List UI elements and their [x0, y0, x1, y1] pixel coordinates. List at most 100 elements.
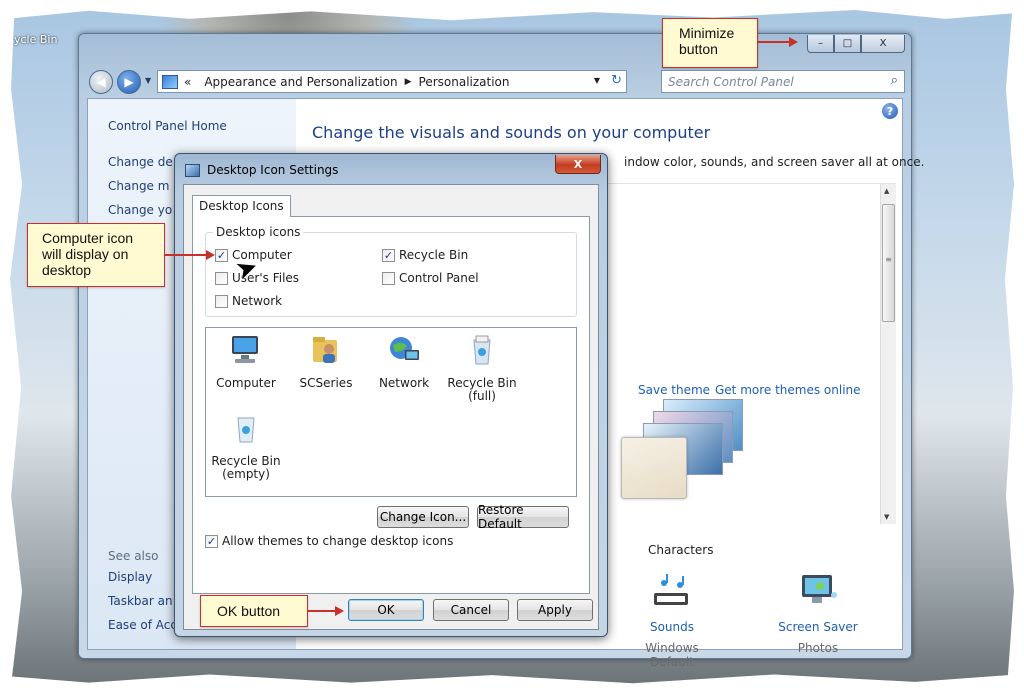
minimize-callout-arrow — [758, 41, 790, 43]
restore-default-button[interactable]: Restore Default — [477, 503, 569, 531]
checkbox-checked-icon[interactable]: ✓ — [215, 248, 228, 262]
ok-button[interactable]: OK — [348, 599, 424, 621]
characters-theme-label[interactable]: Characters — [648, 543, 714, 557]
ok-callout-arrowhead — [335, 606, 344, 616]
minimize-callout-arrowhead — [789, 37, 798, 47]
forward-button[interactable]: ▶ — [117, 70, 141, 94]
window-controls: – □ X — [807, 35, 905, 53]
breadcrumb-personalization[interactable]: Personalization — [419, 75, 510, 89]
computer-icon-label: Computer — [216, 376, 276, 390]
recent-pages-dropdown[interactable]: ▼ — [145, 76, 151, 85]
dialog-body: Desktop Icons Desktop icons ✓ Computer U… — [183, 184, 599, 630]
user-folder-icon-item[interactable]: SCSeries — [286, 334, 366, 390]
scroll-thumb[interactable]: ≡ — [882, 204, 895, 322]
sounds-scheme: Windows Default — [645, 641, 699, 669]
checkbox-checked-icon[interactable]: ✓ — [205, 534, 218, 548]
sounds-icon — [654, 574, 688, 605]
scroll-up-icon[interactable]: ▲ — [884, 187, 889, 195]
control-panel-home-link[interactable]: Control Panel Home — [108, 119, 227, 133]
screen-saver-title[interactable]: Screen Saver — [768, 620, 868, 634]
tab-desktop-icons[interactable]: Desktop Icons — [192, 195, 291, 217]
computer-callout-arrow — [165, 254, 207, 256]
get-more-themes-link[interactable]: Get more themes online — [715, 383, 861, 397]
screen-saver-icon — [802, 575, 837, 603]
search-input[interactable]: Search Control Panel ⌕ — [661, 70, 905, 93]
user-folder-icon — [313, 337, 337, 363]
apply-button[interactable]: Apply — [517, 599, 593, 621]
theme-list-scrollbar[interactable]: ▲ ≡ ▼ — [880, 184, 896, 524]
recycle-bin-empty-icon — [237, 417, 255, 443]
minimize-callout: Minimize button — [662, 18, 758, 68]
recycle-bin-full-icon-item[interactable]: Recycle Bin (full) — [442, 334, 522, 403]
breadcrumb-prefix[interactable]: « — [184, 75, 191, 89]
window-close-button[interactable]: X — [861, 35, 905, 53]
recycle-bin-empty-icon-item[interactable]: Recycle Bin (empty) — [206, 412, 286, 481]
change-icon-button[interactable]: Change Icon... — [377, 506, 469, 528]
see-also-heading: See also — [108, 549, 159, 563]
breadcrumb-separator-icon[interactable]: ▶ — [405, 77, 412, 87]
cancel-button[interactable]: Cancel — [433, 599, 509, 621]
refresh-icon[interactable]: ↻ — [611, 73, 622, 88]
control-panel-checkbox[interactable]: Control Panel — [382, 271, 479, 285]
computer-callout-arrowhead — [206, 250, 215, 260]
ok-callout: OK button — [200, 595, 308, 627]
selected-theme-highlight — [621, 437, 687, 499]
network-icon-label: Network — [378, 376, 430, 390]
computer-callout: Computer icon will display on desktop — [27, 223, 165, 287]
control-panel-icon — [162, 74, 178, 89]
desktop-icon-list[interactable]: Computer SCSeries Network Recycle Bin (f… — [205, 327, 577, 497]
group-label: Desktop icons — [213, 225, 304, 239]
recycle-bin-empty-icon-label: Recycle Bin (empty) — [211, 454, 281, 481]
computer-icon-item[interactable]: Computer — [206, 334, 286, 390]
dialog-icon — [185, 164, 200, 177]
back-arrow-icon: ◀ — [96, 75, 106, 89]
scroll-down-icon[interactable]: ▼ — [884, 513, 889, 521]
control-panel-checkbox-label[interactable]: Control Panel — [399, 271, 479, 285]
change-account-picture-link[interactable]: Change yo — [108, 203, 172, 217]
checkbox-checked-icon[interactable]: ✓ — [382, 248, 395, 262]
network-icon-item[interactable]: Network — [364, 334, 444, 390]
sounds-title[interactable]: Sounds — [622, 620, 722, 634]
recycle-bin-full-icon — [473, 335, 491, 365]
forward-arrow-icon: ▶ — [124, 75, 134, 89]
characters-theme-preview[interactable] — [621, 399, 743, 509]
search-icon[interactable]: ⌕ — [891, 73, 898, 88]
allow-themes-checkbox[interactable]: ✓ Allow themes to change desktop icons — [205, 534, 453, 548]
ease-of-access-link[interactable]: Ease of Acc — [108, 618, 177, 632]
ok-callout-arrow — [308, 610, 336, 612]
minimize-button[interactable]: – — [807, 35, 834, 53]
screen-saver-setting[interactable]: Screen Saver Photos — [768, 573, 868, 655]
taskbar-link[interactable]: Taskbar an — [108, 594, 173, 608]
checkbox-unchecked-icon[interactable] — [382, 271, 395, 285]
address-bar[interactable]: « Appearance and Personalization ▶ Perso… — [157, 70, 627, 93]
desktop-icon-settings-dialog: Desktop Icon Settings X Desktop Icons De… — [174, 153, 608, 637]
user-folder-icon-label: SCSeries — [299, 376, 353, 390]
recycle-bin-checkbox[interactable]: ✓ Recycle Bin — [382, 248, 468, 262]
address-dropdown-icon[interactable]: ▼ — [594, 76, 600, 85]
change-mouse-pointers-link[interactable]: Change m — [108, 179, 169, 193]
network-checkbox-label[interactable]: Network — [232, 294, 282, 308]
help-icon[interactable]: ? — [882, 103, 898, 119]
breadcrumb-appearance[interactable]: Appearance and Personalization — [204, 75, 397, 89]
page-title: Change the visuals and sounds on your co… — [312, 123, 711, 142]
desktop-recycle-bin-label[interactable]: ycle Bin — [14, 33, 57, 46]
maximize-button[interactable]: □ — [834, 35, 861, 53]
network-checkbox[interactable]: Network — [215, 294, 282, 308]
display-link[interactable]: Display — [108, 570, 152, 584]
address-row: ◀ ▶ ▼ « Appearance and Personalization ▶… — [89, 70, 905, 94]
dialog-close-button[interactable]: X — [555, 155, 601, 174]
allow-themes-label[interactable]: Allow themes to change desktop icons — [222, 534, 453, 548]
save-theme-link[interactable]: Save theme — [638, 383, 710, 397]
page-subtitle: indow color, sounds, and screen saver al… — [624, 155, 925, 169]
computer-icon — [232, 336, 258, 363]
back-button[interactable]: ◀ — [89, 70, 113, 94]
checkbox-unchecked-icon[interactable] — [215, 271, 228, 285]
screen-saver-name: Photos — [797, 641, 839, 655]
recycle-bin-checkbox-label[interactable]: Recycle Bin — [399, 248, 468, 262]
network-icon — [390, 337, 419, 360]
sounds-setting[interactable]: Sounds Windows Default — [622, 573, 722, 669]
change-desktop-icons-link[interactable]: Change de — [108, 155, 173, 169]
recycle-bin-full-icon-label: Recycle Bin (full) — [447, 376, 517, 403]
dialog-title: Desktop Icon Settings — [207, 163, 339, 177]
checkbox-unchecked-icon[interactable] — [215, 294, 228, 308]
